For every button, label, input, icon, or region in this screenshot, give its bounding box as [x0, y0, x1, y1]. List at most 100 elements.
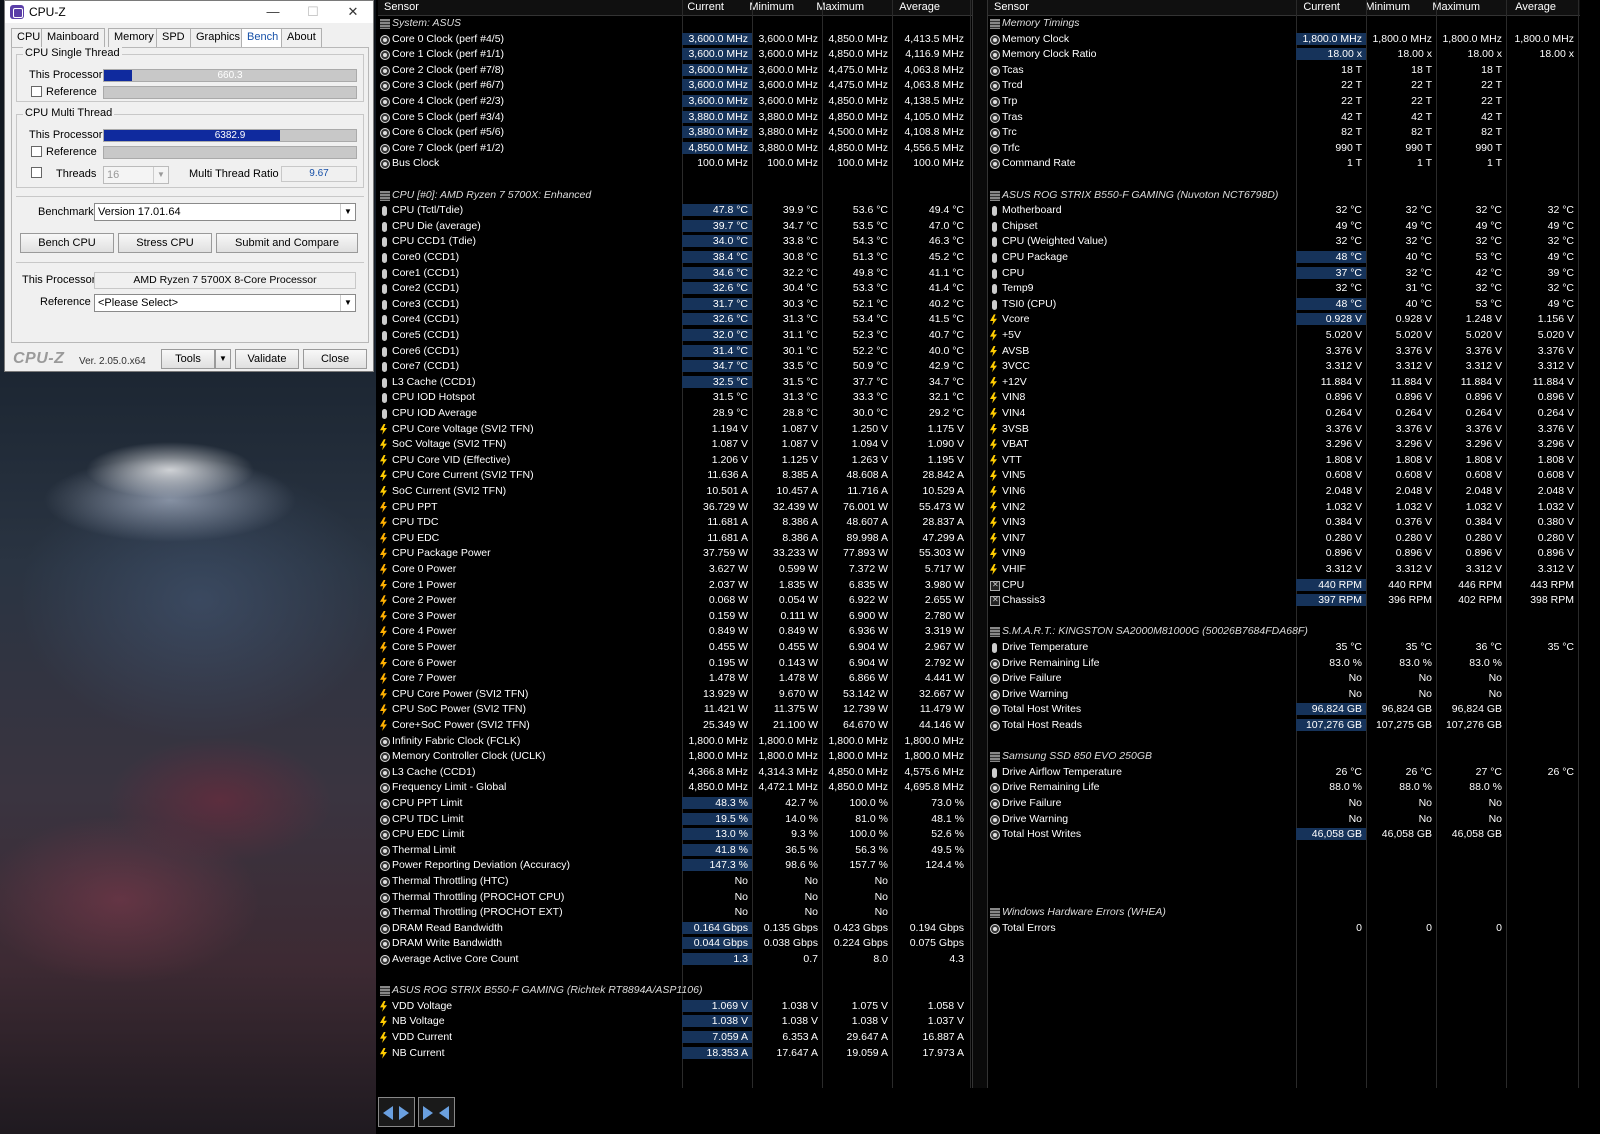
sensor-row[interactable]: Core2 (CCD1) 32.6 °C 30.4 °C 53.3 °C 41.4 °C	[378, 281, 972, 297]
header-current[interactable]: Current	[668, 1, 724, 13]
sensor-row[interactable]: TSI0 (CPU) 48 °C 40 °C 53 °C 49 °C	[988, 297, 1580, 313]
sensor-row[interactable]: Drive Temperature 35 °C 35 °C 36 °C 35 °C	[988, 640, 1580, 656]
close-icon[interactable]: ✕	[333, 1, 373, 23]
header-current[interactable]: Current	[1284, 1, 1340, 13]
sensor-row[interactable]: Core7 (CCD1) 34.7 °C 33.5 °C 50.9 °C 42.9 °C	[378, 359, 972, 375]
sensor-row[interactable]: Average Active Core Count 1.3 0.7 8.0 4.3	[378, 952, 972, 968]
tab-spd[interactable]: SPD	[156, 28, 191, 47]
sensor-row[interactable]: CPU (Weighted Value) 32 °C 32 °C 32 °C 32 °C	[988, 234, 1580, 250]
collapse-expand-icon[interactable]	[418, 1097, 455, 1127]
sensor-row[interactable]: Core 1 Power 2.037 W 1.835 W 6.835 W 3.980 W	[378, 578, 972, 594]
sensor-row[interactable]: DRAM Read Bandwidth 0.164 Gbps 0.135 Gbps 0…	[378, 921, 972, 937]
sensor-row[interactable]: Bus Clock 100.0 MHz 100.0 MHz 100.0 MHz 100.…	[378, 156, 972, 172]
sensor-row[interactable]: 3VCC 3.312 V 3.312 V 3.312 V 3.312 V	[988, 359, 1580, 375]
sensor-row[interactable]: Core 2 Clock (perf #7/8) 3,600.0 MHz 3,600…	[378, 63, 972, 79]
sensor-row[interactable]: Core 7 Clock (perf #1/2) 4,850.0 MHz 3,880…	[378, 141, 972, 157]
sensor-row[interactable]: CPU CCD1 (Tdie) 34.0 °C 33.8 °C 54.3 °C 46.3…	[378, 234, 972, 250]
sensor-row[interactable]: Drive Failure No No No	[988, 671, 1580, 687]
sensor-row[interactable]: Command Rate 1 T 1 T 1 T	[988, 156, 1580, 172]
sensor-row[interactable]: CPU Die (average) 39.7 °C 34.7 °C 53.5 °C 47…	[378, 219, 972, 235]
sensor-row[interactable]: CPU SoC Power (SVI2 TFN) 11.421 W 11.375 W…	[378, 702, 972, 718]
sensor-row[interactable]: CPU PPT Limit 48.3 % 42.7 % 100.0 % 73.0 %	[378, 796, 972, 812]
sensor-row[interactable]: DRAM Write Bandwidth 0.044 Gbps 0.038 Gbps…	[378, 936, 972, 952]
header-average[interactable]: Average	[1494, 1, 1556, 13]
sensor-row[interactable]: CPU Core Voltage (SVI2 TFN) 1.194 V 1.087 …	[378, 422, 972, 438]
sensor-row[interactable]: Drive Remaining Life 83.0 % 83.0 % 83.0 %	[988, 656, 1580, 672]
sensor-row[interactable]: VIN5 0.608 V 0.608 V 0.608 V 0.608 V	[988, 468, 1580, 484]
sensor-row[interactable]: Total Errors 0 0 0	[988, 921, 1580, 937]
sensor-row[interactable]: Power Reporting Deviation (Accuracy) 147.…	[378, 858, 972, 874]
sensor-row[interactable]: Motherboard 32 °C 32 °C 32 °C 32 °C	[988, 203, 1580, 219]
sensor-row[interactable]: VIN2 1.032 V 1.032 V 1.032 V 1.032 V	[988, 500, 1580, 516]
sensor-pane-right[interactable]: Sensor Current Minimum Maximum Average M…	[988, 0, 1580, 1088]
sensor-row[interactable]: Drive Failure No No No	[988, 796, 1580, 812]
threads-checkbox[interactable]	[31, 167, 42, 178]
sensor-row[interactable]: VIN4 0.264 V 0.264 V 0.264 V 0.264 V	[988, 406, 1580, 422]
sensor-row[interactable]: Core6 (CCD1) 31.4 °C 30.1 °C 52.2 °C 40.0 °C	[378, 344, 972, 360]
sensor-row[interactable]: Drive Warning No No No	[988, 687, 1580, 703]
sensor-row[interactable]: SoC Current (SVI2 TFN) 10.501 A 10.457 A 11…	[378, 484, 972, 500]
sensor-row[interactable]: Vcore 0.928 V 0.928 V 1.248 V 1.156 V	[988, 312, 1580, 328]
sensor-row[interactable]: Trp 22 T 22 T 22 T	[988, 94, 1580, 110]
sensor-row[interactable]: Chipset 49 °C 49 °C 49 °C 49 °C	[988, 219, 1580, 235]
sensor-row[interactable]: Frequency Limit - Global 4,850.0 MHz 4,472…	[378, 780, 972, 796]
sensor-row[interactable]: VHIF 3.312 V 3.312 V 3.312 V 3.312 V	[988, 562, 1580, 578]
reference-select[interactable]: <Please Select> ▼	[94, 294, 356, 312]
sensor-row[interactable]: Tcas 18 T 18 T 18 T	[988, 63, 1580, 79]
stress-cpu-button[interactable]: Stress CPU	[118, 233, 212, 253]
sensor-row[interactable]: Memory Clock Ratio 18.00 x 18.00 x 18.00 x 1…	[988, 47, 1580, 63]
sensor-group-header[interactable]: System: ASUS	[378, 16, 972, 32]
sensor-row[interactable]: CPU PPT 36.729 W 32.439 W 76.001 W 55.473 W	[378, 500, 972, 516]
sensor-row[interactable]: VBAT 3.296 V 3.296 V 3.296 V 3.296 V	[988, 437, 1580, 453]
sensor-row[interactable]: VIN7 0.280 V 0.280 V 0.280 V 0.280 V	[988, 531, 1580, 547]
header-sensor[interactable]: Sensor	[384, 1, 419, 13]
cpuz-titlebar[interactable]: CPU-Z — ☐ ✕	[5, 1, 373, 23]
sensor-row[interactable]: Infinity Fabric Clock (FCLK) 1,800.0 MHz 1…	[378, 734, 972, 750]
sensor-row[interactable]: Drive Remaining Life 88.0 % 88.0 % 88.0 %	[988, 780, 1580, 796]
sensor-row[interactable]: Memory Controller Clock (UCLK) 1,800.0 MH…	[378, 749, 972, 765]
sensor-row[interactable]: Chassis3 397 RPM 396 RPM 402 RPM 398 RPM	[988, 593, 1580, 609]
header-maximum[interactable]: Maximum	[1424, 1, 1480, 13]
sensor-group-header[interactable]: S.M.A.R.T.: KINGSTON SA2000M81000G (5002…	[988, 624, 1580, 640]
sensor-row[interactable]: Core4 (CCD1) 32.6 °C 31.3 °C 53.4 °C 41.5 °C	[378, 312, 972, 328]
sensor-row[interactable]: VTT 1.808 V 1.808 V 1.808 V 1.808 V	[988, 453, 1580, 469]
tools-dropdown-icon[interactable]: ▼	[215, 349, 231, 369]
tab-mainboard[interactable]: Mainboard	[41, 28, 105, 47]
sensor-row[interactable]: Trcd 22 T 22 T 22 T	[988, 78, 1580, 94]
sensor-row[interactable]: Core3 (CCD1) 31.7 °C 30.3 °C 52.1 °C 40.2 °C	[378, 297, 972, 313]
sensor-row[interactable]: Core 0 Power 3.627 W 0.599 W 7.372 W 5.717 W	[378, 562, 972, 578]
sensor-row[interactable]: Core 6 Power 0.195 W 0.143 W 6.904 W 2.792 W	[378, 656, 972, 672]
single-reference-checkbox[interactable]	[31, 86, 42, 97]
sensor-row[interactable]: Core+SoC Power (SVI2 TFN) 25.349 W 21.100 …	[378, 718, 972, 734]
sensor-row[interactable]: Core 6 Clock (perf #5/6) 3,880.0 MHz 3,880…	[378, 125, 972, 141]
tab-memory[interactable]: Memory	[108, 28, 160, 47]
header-average[interactable]: Average	[878, 1, 940, 13]
sensor-row[interactable]: Core 5 Power 0.455 W 0.455 W 6.904 W 2.967 W	[378, 640, 972, 656]
sensor-row[interactable]: CPU TDC 11.681 A 8.386 A 48.607 A 28.837 A	[378, 515, 972, 531]
sensor-row[interactable]: Total Host Writes 96,824 GB 96,824 GB 96,82…	[988, 702, 1580, 718]
sensor-row[interactable]: Thermal Throttling (HTC) No No No	[378, 874, 972, 890]
sensor-row[interactable]: VIN8 0.896 V 0.896 V 0.896 V 0.896 V	[988, 390, 1580, 406]
sensor-row[interactable]: L3 Cache (CCD1) 32.5 °C 31.5 °C 37.7 °C 34.7…	[378, 375, 972, 391]
sensor-group-header[interactable]: ASUS ROG STRIX B550-F GAMING (Nuvoton NC…	[988, 188, 1580, 204]
sensor-row[interactable]: SoC Voltage (SVI2 TFN) 1.087 V 1.087 V 1.09…	[378, 437, 972, 453]
sensor-row[interactable]: Memory Clock 1,800.0 MHz 1,800.0 MHz 1,800.…	[988, 32, 1580, 48]
tab-about[interactable]: About	[281, 28, 322, 47]
sensor-row[interactable]: Core 4 Power 0.849 W 0.849 W 6.936 W 3.319 W	[378, 624, 972, 640]
sensor-row[interactable]: Total Host Writes 46,058 GB 46,058 GB 46,05…	[988, 827, 1580, 843]
sensor-row[interactable]: Thermal Limit 41.8 % 36.5 % 56.3 % 49.5 %	[378, 843, 972, 859]
pane-splitter[interactable]	[972, 0, 988, 1088]
sensor-row[interactable]: Thermal Throttling (PROCHOT EXT) No No No	[378, 905, 972, 921]
sensor-row[interactable]: Temp9 32 °C 31 °C 32 °C 32 °C	[988, 281, 1580, 297]
validate-button[interactable]: Validate	[235, 349, 299, 369]
sensor-row[interactable]: Drive Airflow Temperature 26 °C 26 °C 27 °C…	[988, 765, 1580, 781]
sensor-row[interactable]: Core 0 Clock (perf #4/5) 3,600.0 MHz 3,600…	[378, 32, 972, 48]
sensor-row[interactable]: VIN9 0.896 V 0.896 V 0.896 V 0.896 V	[988, 546, 1580, 562]
sensor-group-header[interactable]: Windows Hardware Errors (WHEA)	[988, 905, 1580, 921]
sensor-row[interactable]: Drive Warning No No No	[988, 812, 1580, 828]
sensor-row[interactable]: Core 7 Power 1.478 W 1.478 W 6.866 W 4.441 W	[378, 671, 972, 687]
sensor-row[interactable]: CPU IOD Hotspot 31.5 °C 31.3 °C 33.3 °C 32.1…	[378, 390, 972, 406]
sensor-row[interactable]: +5V 5.020 V 5.020 V 5.020 V 5.020 V	[988, 328, 1580, 344]
sensor-row[interactable]: VDD Current 7.059 A 6.353 A 29.647 A 16.887 …	[378, 1030, 972, 1046]
sensor-group-header[interactable]: CPU [#0]: AMD Ryzen 7 5700X: Enhanced	[378, 188, 972, 204]
